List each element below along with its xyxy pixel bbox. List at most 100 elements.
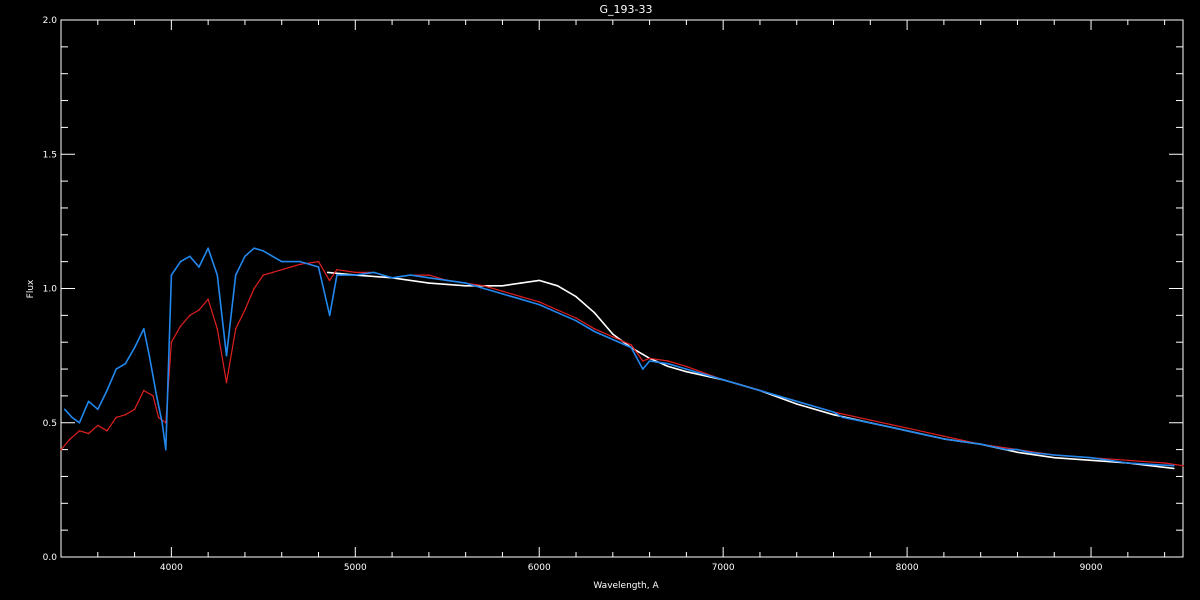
series-point-observed-blue (216, 274, 219, 276)
x-tick-label: 9000 (1080, 563, 1103, 573)
series-point-observed-white (667, 365, 669, 368)
series-point-observed-blue (198, 266, 200, 268)
spectrum-chart: G_193-33 Wavelength, A Flux 4000 5000 6000… (0, 0, 1200, 600)
series-point-observed-blue (1090, 456, 1092, 459)
series-point-observed-blue (667, 362, 669, 365)
series-point-observed-blue (71, 416, 73, 419)
series-point-observed-white (1173, 467, 1175, 470)
series-point-observed-blue (143, 328, 145, 330)
series-point-model-red (869, 419, 872, 421)
series-point-observed-white (538, 279, 540, 282)
series-point-observed-blue (161, 422, 163, 424)
series-point-observed-blue (593, 330, 596, 333)
series-point-observed-blue (1053, 454, 1055, 456)
series-point-observed-blue (97, 408, 99, 411)
series-point-observed-blue (271, 255, 274, 258)
series-point-model-red (170, 341, 173, 344)
series-point-observed-blue (612, 338, 614, 341)
series-point-observed-blue (464, 282, 467, 284)
series-point-observed-blue (253, 247, 255, 249)
series-point-model-red (280, 268, 283, 271)
series-point-observed-blue (244, 255, 246, 258)
series-point-observed-blue (428, 277, 430, 279)
series-point-observed-blue (336, 274, 338, 276)
series-point-observed-blue (979, 443, 982, 446)
series-point-model-red (244, 309, 246, 311)
series-point-observed-white (428, 282, 430, 284)
series-point-observed-blue (207, 247, 209, 249)
series-point-model-red (328, 279, 331, 282)
series-point-observed-blue (648, 360, 651, 362)
y-tick-label: 0.5 (43, 419, 57, 429)
series-point-model-red (1163, 462, 1166, 464)
x-tick-label: 5000 (344, 563, 367, 573)
series-point-model-red (189, 314, 191, 317)
series-point-model-red (642, 360, 644, 362)
series-point-observed-blue (642, 368, 644, 370)
series-point-model-red (354, 271, 357, 274)
series-point-model-red (262, 274, 265, 276)
series-point-observed-blue (234, 274, 237, 276)
series-point-model-red (234, 328, 237, 330)
series-point-observed-blue (155, 395, 158, 397)
series-point-model-red (317, 260, 320, 263)
y-axis-label: Flux (26, 279, 36, 298)
series-point-observed-blue (115, 368, 117, 370)
series-point-observed-blue (78, 422, 81, 424)
series-point-observed-blue (575, 319, 577, 322)
series-point-observed-white (556, 285, 559, 287)
series-point-model-red (483, 285, 485, 287)
chart-background (0, 0, 1200, 600)
series-point-model-red (630, 344, 632, 346)
series-point-observed-blue (1016, 448, 1019, 451)
series-point-model-red (198, 309, 200, 311)
series-point-observed-white (501, 285, 504, 287)
series-point-observed-white (1090, 459, 1092, 462)
series-point-model-red (60, 448, 62, 451)
series-point-observed-blue (483, 287, 485, 290)
series-point-observed-blue (409, 274, 412, 276)
series-point-model-red (667, 360, 669, 362)
series-point-model-red (124, 413, 127, 416)
series-point-observed-blue (225, 354, 228, 357)
series-point-model-red (593, 328, 596, 330)
y-tick-label: 0.0 (43, 553, 58, 563)
series-point-observed-blue (179, 260, 182, 263)
series-point-observed-blue (538, 303, 540, 306)
series-point-observed-blue (262, 250, 265, 252)
x-tick-label: 6000 (528, 563, 551, 573)
series-point-observed-blue (759, 389, 761, 392)
series-point-model-red (290, 266, 292, 268)
series-point-model-red (520, 295, 522, 298)
series-point-observed-blue (501, 293, 504, 295)
series-point-observed-blue (906, 430, 908, 432)
series-point-model-red (575, 317, 577, 319)
series-point-observed-white (464, 285, 467, 287)
series-point-model-red (906, 427, 908, 429)
series-point-model-red (133, 408, 136, 411)
series-point-observed-blue (832, 411, 835, 413)
series-point-observed-blue (280, 260, 283, 263)
x-tick-label: 7000 (712, 563, 735, 573)
series-point-model-red (556, 309, 559, 311)
series-point-observed-blue (841, 416, 844, 419)
series-point-observed-blue (722, 379, 724, 381)
series-point-model-red (336, 268, 338, 271)
series-point-observed-white (520, 282, 522, 284)
series-point-model-red (87, 432, 90, 435)
series-point-observed-white (795, 403, 798, 405)
y-tick-label: 1.5 (43, 150, 57, 160)
series-point-observed-blue (1028, 451, 1030, 454)
series-point-model-red (253, 287, 255, 290)
series-point-observed-blue (87, 400, 90, 403)
series-point-model-red (157, 416, 160, 419)
series-point-observed-blue (1006, 448, 1008, 451)
x-tick-label: 4000 (160, 563, 183, 573)
series-point-model-red (106, 430, 108, 432)
series-point-model-red (216, 328, 219, 330)
series-point-model-red (612, 336, 614, 338)
series-point-observed-blue (317, 266, 320, 268)
series-point-model-red (685, 365, 688, 368)
series-point-observed-blue (943, 438, 945, 440)
series-point-model-red (143, 389, 145, 392)
